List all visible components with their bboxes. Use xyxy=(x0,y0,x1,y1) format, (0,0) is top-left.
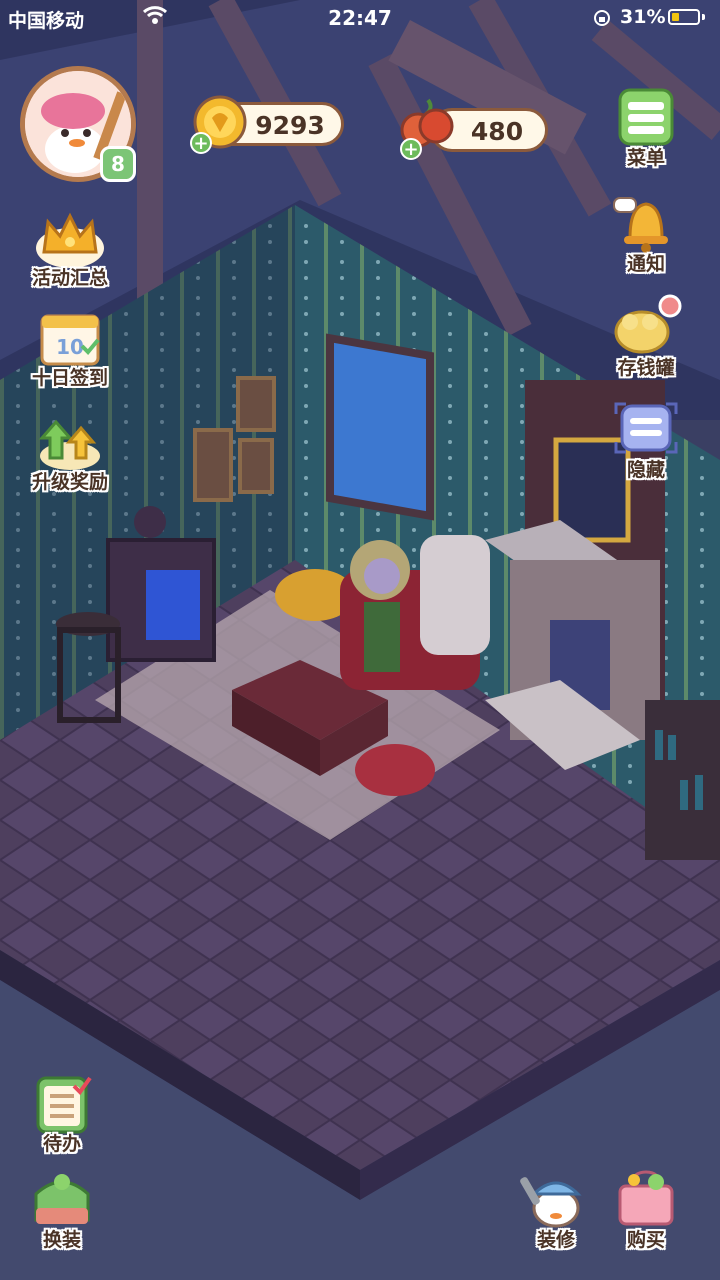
dress-up-button[interactable]: 换装 xyxy=(14,1162,110,1258)
events-summary-label: 活动汇总 xyxy=(31,267,108,289)
battery-percent: 31% xyxy=(620,6,666,28)
wardrobe-icon xyxy=(34,1174,90,1224)
svg-text:10: 10 xyxy=(56,335,84,359)
decorate-icon xyxy=(520,1177,582,1228)
player-level-badge: 8 xyxy=(100,146,136,182)
status-bar: 中国移动 22:47 31% xyxy=(0,0,720,38)
notifications-button[interactable]: 通知 xyxy=(598,186,694,282)
crown-icon xyxy=(36,212,104,268)
fruit-amount: 480 xyxy=(470,117,524,146)
battery-icon xyxy=(668,9,700,25)
battery-nub xyxy=(702,14,705,20)
shop-button[interactable]: 购买 xyxy=(598,1162,694,1258)
level-rewards-button[interactable]: 升级奖励 xyxy=(22,404,118,500)
hide-ui-button[interactable]: 隐藏 xyxy=(598,392,694,488)
shop-icon xyxy=(618,1170,674,1226)
bell-icon xyxy=(613,197,668,253)
decorate-button[interactable]: 装修 xyxy=(508,1162,604,1258)
notifications-label: 通知 xyxy=(626,253,665,275)
daily-checkin-label: 十日签到 xyxy=(31,367,108,389)
todo-label: 待办 xyxy=(42,1133,81,1155)
level-rewards-label: 升级奖励 xyxy=(31,471,108,493)
level-up-icon xyxy=(38,419,100,470)
dress-up-label: 换装 xyxy=(42,1229,81,1251)
shop-label: 购买 xyxy=(626,1229,665,1251)
rotation-lock-icon xyxy=(594,10,610,26)
add-fruit-button[interactable]: + xyxy=(400,138,422,160)
events-summary-button[interactable]: 活动汇总 xyxy=(22,200,118,296)
piggy-bank-icon xyxy=(614,294,682,354)
calendar-icon: 10 xyxy=(40,314,100,366)
add-coins-button[interactable]: + xyxy=(190,132,212,154)
piggy-bank-label: 存钱罐 xyxy=(617,357,675,379)
clock: 22:47 xyxy=(328,6,392,30)
piggy-bank-button[interactable]: 存钱罐 xyxy=(598,290,694,386)
todo-list-icon xyxy=(36,1076,92,1134)
menu-button[interactable]: 菜单 xyxy=(598,80,694,176)
coin-amount: 9293 xyxy=(255,111,325,140)
menu-icon xyxy=(618,88,674,146)
menu-label: 菜单 xyxy=(626,147,665,169)
hide-icon xyxy=(614,402,678,454)
daily-checkin-button[interactable]: 10 十日签到 xyxy=(22,300,118,396)
hide-ui-label: 隐藏 xyxy=(626,459,665,481)
todo-button[interactable]: 待办 xyxy=(14,1066,110,1162)
